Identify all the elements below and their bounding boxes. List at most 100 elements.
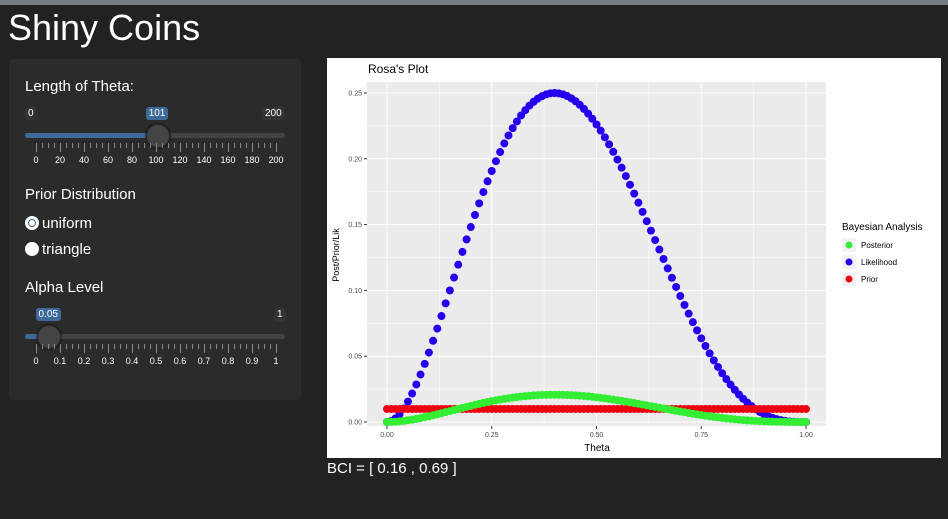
top-bar	[0, 0, 948, 5]
alpha-tick-mark	[270, 344, 271, 349]
theta-tick-label: 120	[172, 155, 188, 165]
theta-tick-mark	[198, 143, 199, 148]
alpha-tick-mark	[42, 344, 43, 349]
y-tick-label: 0.20	[348, 156, 362, 163]
alpha-tick-mark	[144, 344, 145, 349]
theta-slider-ticks: 0 20 40 60 80 100 120 140 160 180 200	[33, 143, 284, 171]
prior-distribution-label: Prior Distribution	[25, 186, 136, 203]
point-likelihood	[605, 140, 614, 149]
alpha-tick-mark	[180, 344, 181, 353]
alpha-tick-mark	[36, 344, 37, 353]
alpha-slider-track[interactable]	[25, 334, 285, 339]
point-likelihood	[651, 236, 660, 245]
point-likelihood	[450, 273, 459, 282]
theta-tick-mark	[222, 143, 223, 148]
theta-tick-mark	[180, 143, 181, 152]
alpha-tick-label: 0.5	[149, 356, 163, 366]
point-likelihood	[680, 300, 689, 309]
legend-key-prior	[845, 275, 853, 283]
alpha-tick-label: 0.1	[53, 356, 67, 366]
theta-tick-mark	[120, 143, 121, 148]
radio-uniform-label: uniform	[42, 214, 93, 232]
theta-tick-mark	[216, 143, 217, 148]
alpha-tick-label: 0.9	[245, 356, 259, 366]
radio-uniform-indicator[interactable]	[25, 216, 39, 230]
point-likelihood	[663, 264, 672, 273]
rosa-plot: Rosa's Plot 0.00 0.25 0.50 0.75 1.00 0.00 0.05…	[331, 62, 923, 454]
alpha-tick-mark	[234, 344, 235, 349]
theta-tick-mark	[174, 143, 175, 148]
sidebar-panel: Length of Theta: 0 200 101 0 20 40 60 80 100 1…	[9, 59, 301, 400]
alpha-tick-mark	[108, 344, 109, 353]
y-tick-label: 0.10	[348, 288, 362, 295]
x-tick-label: 0.50	[590, 432, 604, 439]
alpha-level-label: Alpha Level	[25, 279, 104, 296]
point-likelihood	[445, 286, 454, 295]
point-likelihood	[600, 133, 609, 142]
legend-label-posterior: Posterior	[861, 241, 893, 250]
theta-tick-mark	[96, 143, 97, 148]
point-likelihood	[630, 189, 639, 198]
alpha-tick-label: 0.3	[101, 356, 115, 366]
point-likelihood	[437, 312, 446, 321]
point-likelihood	[642, 217, 651, 226]
x-tick-label: 0.75	[694, 432, 708, 439]
alpha-tick-mark	[216, 344, 217, 349]
point-likelihood	[697, 334, 706, 343]
point-likelihood	[470, 211, 479, 220]
legend-title: Bayesian Analysis	[842, 222, 923, 233]
alpha-tick-mark	[204, 344, 205, 353]
theta-slider-fill	[25, 133, 158, 138]
radio-triangle-indicator[interactable]	[25, 242, 39, 256]
alpha-tick-label: 0.6	[173, 356, 187, 366]
alpha-tick-label: 0	[33, 356, 39, 366]
theta-tick-mark	[114, 143, 115, 148]
alpha-tick-mark	[48, 344, 49, 349]
alpha-tick-label: 1	[273, 356, 279, 366]
bci-output: BCI = [ 0.16 , 0.69 ]	[327, 460, 457, 477]
theta-tick-mark	[126, 143, 127, 148]
point-likelihood	[667, 273, 676, 282]
alpha-tick-mark	[120, 344, 121, 349]
point-likelihood	[420, 359, 429, 368]
point-likelihood	[672, 282, 681, 291]
point-likelihood	[500, 139, 509, 148]
legend-key-likelihood	[845, 258, 853, 266]
theta-tick-mark	[138, 143, 139, 148]
theta-tick-mark	[192, 143, 193, 148]
theta-tick-mark	[246, 143, 247, 148]
alpha-tick-mark	[60, 344, 61, 353]
theta-tick-mark	[102, 143, 103, 148]
radio-triangle[interactable]: triangle	[25, 239, 91, 259]
point-likelihood	[408, 389, 417, 398]
theta-tick-mark	[66, 143, 67, 148]
radio-uniform[interactable]: uniform	[25, 213, 92, 233]
alpha-tick-mark	[246, 344, 247, 349]
x-tick-label: 0.25	[485, 432, 499, 439]
theta-tick-mark	[60, 143, 61, 152]
point-likelihood	[483, 177, 492, 186]
legend: Bayesian Analysis Posterior Likelihood Pri…	[842, 222, 923, 286]
point-likelihood	[429, 336, 438, 345]
point-likelihood	[508, 124, 517, 133]
alpha-tick-mark	[198, 344, 199, 349]
point-likelihood	[433, 324, 442, 333]
alpha-tick-label: 0.2	[77, 356, 91, 366]
alpha-tick-mark	[66, 344, 67, 349]
legend-label-prior: Prior	[861, 275, 878, 284]
point-likelihood	[479, 188, 488, 197]
theta-value-bubble: 101	[145, 107, 169, 120]
point-likelihood	[684, 309, 693, 318]
theta-tick-mark	[162, 143, 163, 148]
alpha-tick-mark	[252, 344, 253, 353]
plot-container: Rosa's Plot 0.00 0.25 0.50 0.75 1.00 0.00 0.05…	[327, 58, 941, 458]
theta-tick-label: 60	[102, 155, 114, 165]
alpha-tick-mark	[162, 344, 163, 349]
alpha-slider-ticks: 0 0.1 0.2 0.3 0.4 0.5 0.6 0.7 0.8 0.9 1	[33, 344, 279, 372]
theta-tick-mark	[168, 143, 169, 148]
point-likelihood	[709, 356, 718, 365]
theta-length-label: Length of Theta:	[25, 78, 134, 95]
theta-tick-label: 100	[148, 155, 164, 165]
point-likelihood	[659, 255, 668, 264]
point-likelihood	[621, 172, 630, 181]
